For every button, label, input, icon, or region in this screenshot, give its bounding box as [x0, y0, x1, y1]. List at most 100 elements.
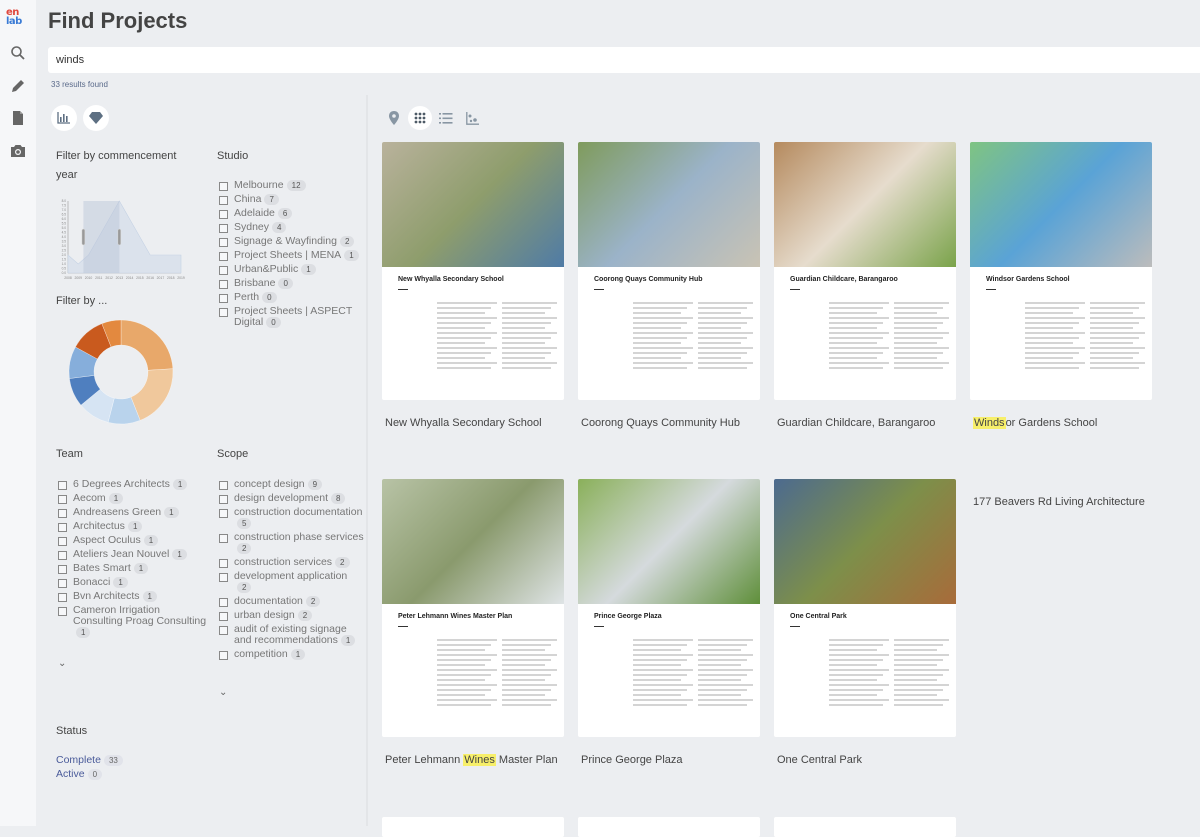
checkbox[interactable]: [58, 481, 67, 490]
scope-filter-item[interactable]: competition 1: [219, 649, 364, 660]
studio-filter-item[interactable]: Perth 0: [219, 292, 364, 303]
studio-filter-item[interactable]: Signage & Wayfinding 2: [219, 236, 364, 247]
checkbox[interactable]: [219, 509, 228, 518]
studio-filter-item[interactable]: China 7: [219, 194, 364, 205]
checkbox[interactable]: [219, 612, 228, 621]
checkbox[interactable]: [58, 509, 67, 518]
scope-filter-item[interactable]: design development 8: [219, 493, 364, 504]
checkbox[interactable]: [58, 523, 67, 532]
project-card-thumbnail[interactable]: [774, 817, 956, 837]
map-view-button[interactable]: [382, 106, 406, 130]
team-filter-item[interactable]: Bonacci 1: [58, 577, 208, 588]
studio-filter-item[interactable]: Melbourne 12: [219, 180, 364, 191]
gem-mode-button[interactable]: [83, 105, 109, 131]
project-title-link[interactable]: One Central Park: [777, 754, 862, 766]
status-active-link[interactable]: Active 0: [56, 768, 123, 780]
team-filter-item[interactable]: Andreasens Green 1: [58, 507, 208, 518]
team-filter-item[interactable]: Aecom 1: [58, 493, 208, 504]
scope-filter-item[interactable]: urban design 2: [219, 610, 364, 621]
checkbox[interactable]: [58, 537, 67, 546]
team-filter-item[interactable]: Bates Smart 1: [58, 563, 208, 574]
checkbox[interactable]: [219, 559, 228, 568]
project-card-thumbnail[interactable]: Prince George Plaza: [578, 479, 760, 737]
scope-filter-item[interactable]: audit of existing signage and recommenda…: [219, 624, 364, 646]
checkbox[interactable]: [219, 598, 228, 607]
scope-filter-item[interactable]: documentation 2: [219, 596, 364, 607]
project-title-link[interactable]: Coorong Quays Community Hub: [581, 417, 740, 429]
project-title-link[interactable]: Guardian Childcare, Barangaroo: [777, 417, 935, 429]
grid-view-button[interactable]: [408, 106, 432, 130]
pencil-icon[interactable]: [10, 78, 26, 94]
team-filter-item[interactable]: Ateliers Jean Nouvel 1: [58, 549, 208, 560]
camera-icon[interactable]: [10, 143, 26, 159]
team-filter-item[interactable]: Architectus 1: [58, 521, 208, 532]
checkbox[interactable]: [58, 551, 67, 560]
team-filter-item[interactable]: Bvn Architects 1: [58, 591, 208, 602]
checkbox[interactable]: [219, 573, 228, 582]
team-filter-item[interactable]: Aspect Oculus 1: [58, 535, 208, 546]
team-show-more-icon[interactable]: ⌄: [58, 658, 66, 669]
scope-show-more-icon[interactable]: ⌄: [219, 687, 227, 698]
checkbox[interactable]: [58, 579, 67, 588]
checkbox[interactable]: [219, 481, 228, 490]
project-title-link[interactable]: Peter Lehmann Wines Master Plan: [385, 754, 558, 766]
checkbox[interactable]: [219, 252, 228, 261]
document-text-line: [437, 322, 491, 324]
checkbox[interactable]: [219, 294, 228, 303]
project-card-thumbnail[interactable]: Coorong Quays Community Hub: [578, 142, 760, 400]
project-title-link[interactable]: Prince George Plaza: [581, 754, 683, 766]
checkbox[interactable]: [219, 266, 228, 275]
app-logo[interactable]: en lab: [6, 8, 30, 30]
checkbox[interactable]: [58, 495, 67, 504]
project-title-link[interactable]: Windsor Gardens School: [973, 417, 1097, 429]
checkbox[interactable]: [58, 607, 67, 616]
studio-filter-item[interactable]: Adelaide 6: [219, 208, 364, 219]
team-filter-item[interactable]: Cameron Irrigation Consulting Proag Cons…: [58, 605, 208, 638]
project-card-thumbnail[interactable]: New Whyalla Secondary School: [382, 142, 564, 400]
project-card-thumbnail[interactable]: One Central Park: [774, 479, 956, 737]
category-donut-chart[interactable]: [66, 317, 176, 427]
checkbox[interactable]: [58, 593, 67, 602]
scatter-view-button[interactable]: [460, 106, 484, 130]
studio-filter-item[interactable]: Sydney 4: [219, 222, 364, 233]
list-view-button[interactable]: [434, 106, 458, 130]
scope-filter-item[interactable]: concept design 9: [219, 479, 364, 490]
status-complete-link[interactable]: Complete 33: [56, 754, 123, 766]
studio-filter-item[interactable]: Urban&Public 1: [219, 264, 364, 275]
project-card-thumbnail[interactable]: [382, 817, 564, 837]
project-card-thumbnail[interactable]: [578, 817, 760, 837]
chart-mode-button[interactable]: [51, 105, 77, 131]
project-title-link[interactable]: New Whyalla Secondary School: [385, 417, 542, 429]
scope-filter-item[interactable]: development application2: [219, 571, 364, 593]
search-icon[interactable]: [10, 45, 26, 61]
year-area-chart[interactable]: 0.00.51.01.52.02.53.03.54.04.55.05.56.06…: [56, 195, 186, 285]
project-card-thumbnail[interactable]: Peter Lehmann Wines Master Plan: [382, 479, 564, 737]
studio-filter-item[interactable]: Project Sheets | MENA 1: [219, 250, 364, 261]
document-text-line: [437, 679, 485, 681]
checkbox[interactable]: [219, 626, 228, 635]
search-input[interactable]: [48, 47, 1200, 73]
checkbox[interactable]: [219, 238, 228, 247]
studio-filter-item[interactable]: Project Sheets | ASPECT Digital 0: [219, 306, 364, 328]
checkbox[interactable]: [219, 196, 228, 205]
checkbox[interactable]: [219, 308, 228, 317]
checkbox[interactable]: [219, 224, 228, 233]
checkbox[interactable]: [219, 182, 228, 191]
checkbox[interactable]: [219, 651, 228, 660]
scope-filter-item[interactable]: construction services 2: [219, 557, 364, 568]
checkbox[interactable]: [58, 565, 67, 574]
scope-filter-item[interactable]: construction documentation5: [219, 507, 364, 529]
project-title-link[interactable]: 177 Beavers Rd Living Architecture: [973, 496, 1145, 508]
document-icon[interactable]: [10, 110, 26, 126]
document-text-line: [1090, 302, 1145, 304]
scope-filter-item[interactable]: construction phase services2: [219, 532, 364, 554]
team-filter-item[interactable]: 6 Degrees Architects 1: [58, 479, 208, 490]
project-card-thumbnail[interactable]: Guardian Childcare, Barangaroo: [774, 142, 956, 400]
checkbox[interactable]: [219, 280, 228, 289]
checkbox[interactable]: [219, 534, 228, 543]
filter-label: Urban&Public 1: [234, 264, 316, 275]
checkbox[interactable]: [219, 210, 228, 219]
project-card-thumbnail[interactable]: Windsor Gardens School: [970, 142, 1152, 400]
studio-filter-item[interactable]: Brisbane 0: [219, 278, 364, 289]
checkbox[interactable]: [219, 495, 228, 504]
